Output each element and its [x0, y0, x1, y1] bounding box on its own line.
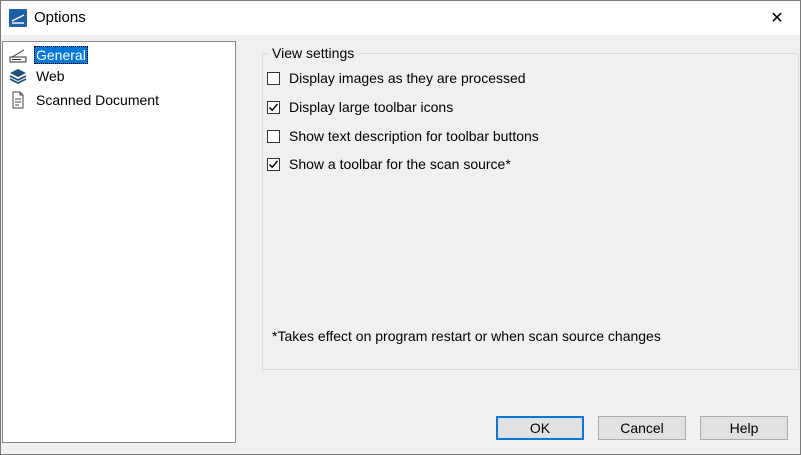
tree-item-label: Scanned Document [36, 92, 159, 108]
help-button[interactable]: Help [700, 416, 788, 440]
checkbox[interactable] [267, 71, 280, 85]
app-icon [9, 9, 27, 27]
title-bar: Options ✕ [1, 1, 800, 35]
option-label: Display large toolbar icons [289, 99, 454, 115]
option-label: Show a toolbar for the scan source* [289, 156, 511, 172]
checkmark-icon [268, 160, 279, 168]
tree-item-label: Web [36, 68, 65, 84]
tree-item-label: General [34, 46, 88, 64]
view-settings-legend: View settings [269, 45, 358, 61]
restart-note: *Takes effect on program restart or when… [272, 328, 661, 344]
checkbox[interactable] [267, 129, 280, 143]
ok-button[interactable]: OK [496, 416, 584, 440]
option-large-toolbar-icons[interactable]: Display large toolbar icons [267, 97, 453, 117]
document-icon [9, 91, 27, 109]
close-button[interactable]: ✕ [754, 1, 800, 35]
close-icon: ✕ [770, 10, 784, 27]
window-title: Options [34, 9, 86, 26]
checkmark-icon [268, 103, 279, 111]
option-text-description[interactable]: Show text description for toolbar button… [267, 126, 539, 146]
checkbox[interactable] [267, 100, 280, 114]
tree-item-web[interactable]: Web [9, 66, 67, 86]
option-display-images[interactable]: Display images as they are processed [267, 68, 526, 88]
options-category-tree[interactable]: General Web Scanned Document [2, 41, 236, 443]
option-scan-source-toolbar[interactable]: Show a toolbar for the scan source* [267, 154, 511, 174]
option-label: Display images as they are processed [289, 70, 526, 86]
tree-item-scanned-document[interactable]: Scanned Document [9, 90, 161, 110]
option-label: Show text description for toolbar button… [289, 128, 539, 144]
scanner-icon [9, 46, 27, 64]
layers-icon [9, 67, 27, 85]
tree-item-general[interactable]: General [9, 45, 88, 65]
options-dialog: Options ✕ General Web Scanned Document V… [0, 0, 801, 455]
checkbox[interactable] [267, 157, 280, 171]
cancel-button[interactable]: Cancel [598, 416, 686, 440]
